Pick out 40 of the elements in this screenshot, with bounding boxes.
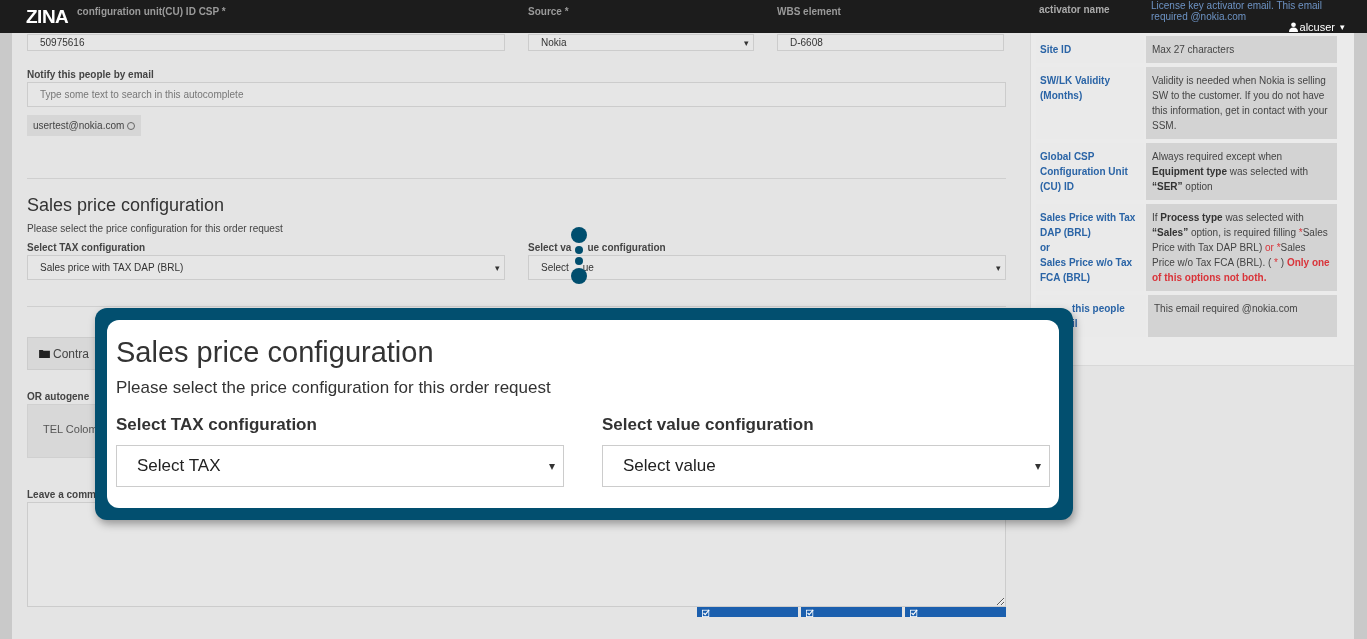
help-description: Validity is needed when Nokia is selling SW to the customer. If you do not have this information, get in contact with your SSM. bbox=[1146, 67, 1337, 139]
checkbox-icon bbox=[806, 609, 814, 617]
input-field[interactable]: D-6608 bbox=[777, 34, 1004, 51]
help-description: This email required @nokia.com bbox=[1148, 295, 1337, 337]
user-menu[interactable]: alcuser ▾ bbox=[1288, 22, 1345, 32]
checkbox-icon bbox=[910, 609, 918, 617]
search-field[interactable]: Type some text to search in this autocomplete bbox=[27, 82, 1006, 107]
select-field[interactable]: Select ue ▾ bbox=[528, 255, 1006, 280]
field-label: Select va bbox=[528, 241, 572, 255]
logo[interactable]: ZINA bbox=[26, 5, 69, 28]
section-title: Sales price configuration bbox=[116, 335, 435, 370]
folder-icon bbox=[39, 349, 50, 358]
select-field[interactable]: Nokia ▾ bbox=[528, 34, 754, 51]
user-icon bbox=[1288, 22, 1298, 32]
field-label: Source * bbox=[528, 5, 569, 19]
help-description: Max 27 characters bbox=[1146, 36, 1337, 63]
input-field[interactable]: 50975616 bbox=[27, 34, 505, 51]
field-label: Notify this people by email bbox=[27, 68, 154, 82]
field-label: WBS element bbox=[777, 5, 841, 19]
help-term: activator name bbox=[1038, 3, 1111, 17]
action-button[interactable] bbox=[801, 607, 902, 617]
help-description: If Process type was selected with “Sales” option, is required filling *Sales Price with Tax DAP BRL) or *Sales Price w/o Tax FCA (BRL). ( * ) Only one of this options not both. bbox=[1146, 204, 1337, 291]
select-field[interactable]: Sales price with TAX DAP (BRL) ▾ bbox=[27, 255, 505, 280]
field-label: OR autogene bbox=[27, 390, 90, 404]
email-tag[interactable]: usertest@nokia.com bbox=[27, 115, 142, 136]
action-button[interactable] bbox=[697, 607, 798, 617]
field-label: Select TAX configuration bbox=[27, 241, 146, 255]
section-description: Please select the price configuration for this order request bbox=[27, 223, 283, 234]
action-button[interactable] bbox=[905, 607, 1006, 617]
help-description: License key activator email. This email required @nokia.com bbox=[1150, 0, 1323, 22]
section-title: Sales price configuration bbox=[27, 195, 225, 216]
select-field[interactable]: Select value ▾ bbox=[602, 445, 1050, 487]
select-field[interactable]: Select TAX ▾ bbox=[116, 445, 564, 487]
field-label: ue configuration bbox=[587, 241, 666, 255]
field-label: Select value configuration bbox=[602, 415, 814, 435]
field-label: configuration unit(CU) ID CSP * bbox=[77, 5, 226, 19]
help-description: Always required except when Equipment type was selected with “SER” option bbox=[1146, 143, 1337, 200]
field-label: Leave a comm bbox=[27, 488, 96, 502]
section-description: Please select the price configuration for this order request bbox=[116, 378, 552, 398]
checkbox-icon bbox=[702, 609, 710, 617]
